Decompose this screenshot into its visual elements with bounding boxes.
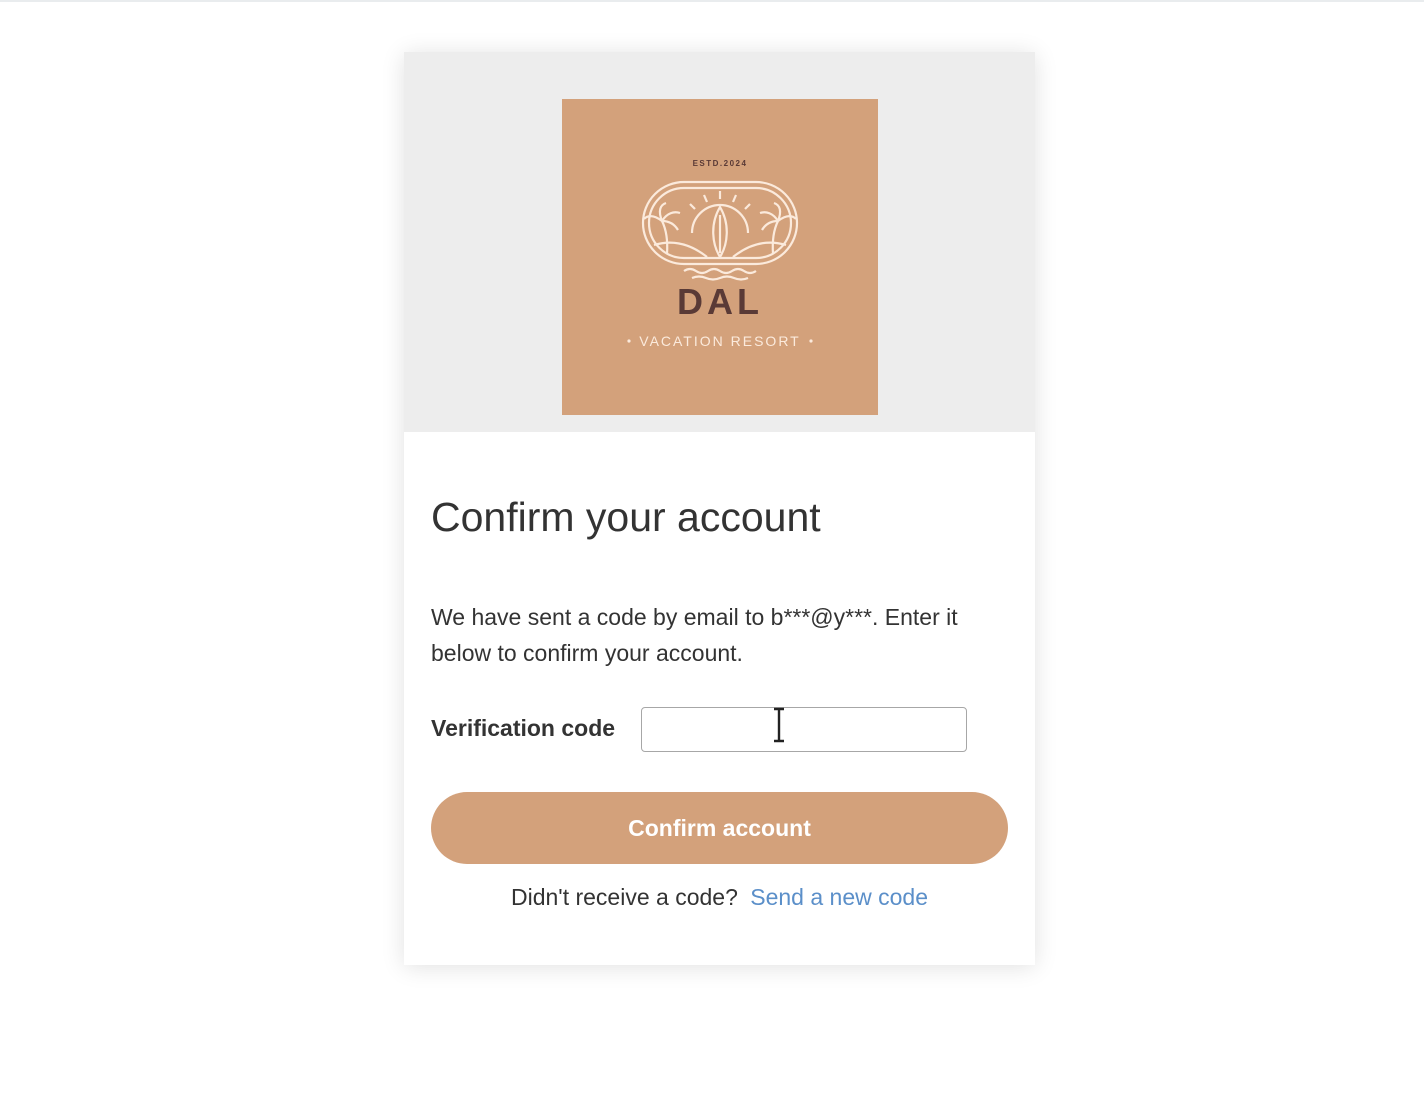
logo-subtitle-text: VACATION RESORT (639, 333, 800, 349)
confirm-account-button[interactable]: Confirm account (431, 792, 1008, 864)
resort-logo: ESTD.2024 DAL VACATION RESORT (562, 99, 878, 415)
page-title: Confirm your account (431, 494, 821, 540)
top-divider (0, 0, 1424, 2)
resend-code-row: Didn't receive a code? Send a new code (404, 884, 1035, 911)
text-cursor-icon (774, 707, 784, 743)
send-new-code-link[interactable]: Send a new code (750, 884, 928, 910)
logo-banner: ESTD.2024 DAL VACATION RESORT (404, 52, 1035, 432)
logo-dot-right (809, 339, 813, 343)
palm-sun-emblem (641, 180, 799, 281)
verification-code-input[interactable] (641, 707, 967, 752)
code-sent-message: We have sent a code by email to b***@y**… (431, 604, 958, 666)
resend-prompt-text: Didn't receive a code? (511, 884, 738, 910)
verification-code-label: Verification code (431, 715, 616, 741)
logo-dot-left (627, 339, 631, 343)
confirm-account-card: ESTD.2024 DAL VACATION RESORT Confirm yo… (404, 52, 1035, 965)
resort-logo-graphic: ESTD.2024 DAL VACATION RESORT (627, 159, 813, 349)
logo-established-text: ESTD.2024 (693, 159, 748, 168)
logo-name-text: DAL (677, 281, 763, 322)
